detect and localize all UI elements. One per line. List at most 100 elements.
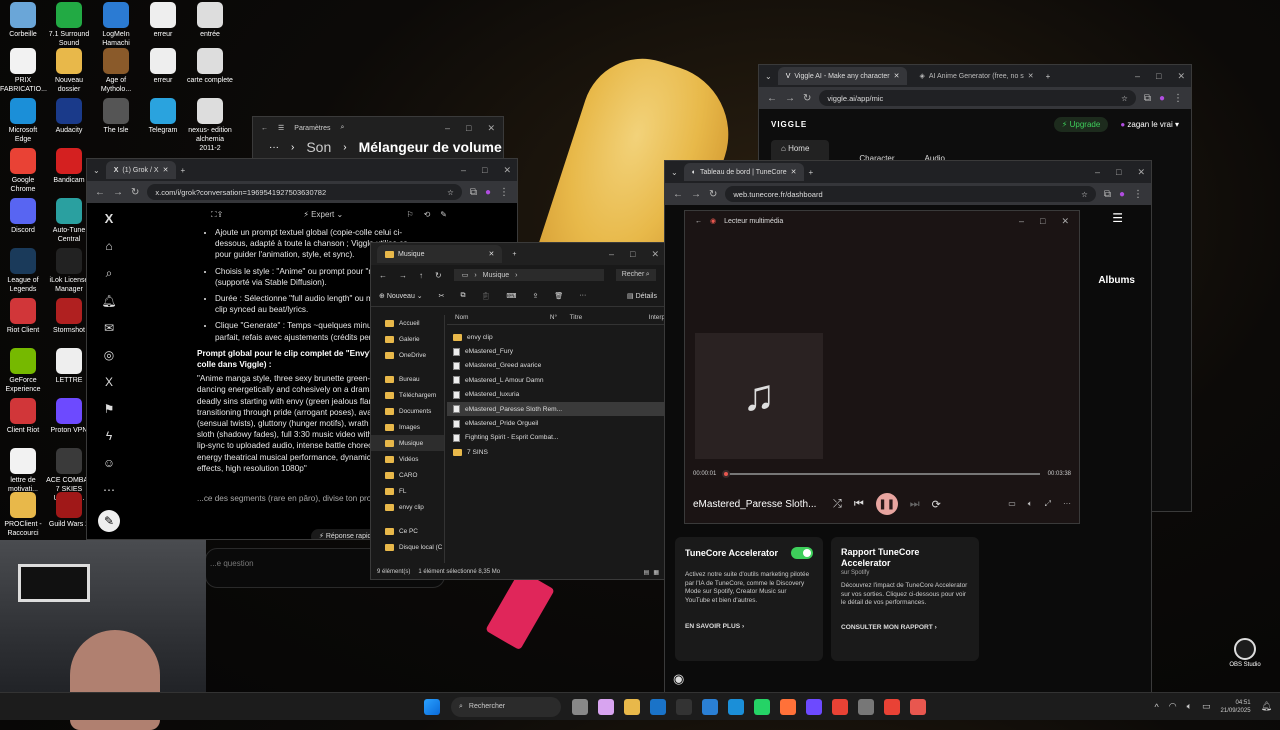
- miniplayer-icon[interactable]: ▭: [1008, 499, 1016, 509]
- firefox-icon[interactable]: [780, 698, 796, 715]
- extensions-icon[interactable]: ⧉: [1104, 189, 1111, 200]
- tray-overflow-icon[interactable]: ^: [1155, 702, 1159, 712]
- tab-list-icon[interactable]: ⌄: [93, 166, 100, 175]
- new-tab-icon[interactable]: +: [1046, 72, 1051, 81]
- breadcrumb[interactable]: ▭ › Musique ›: [453, 269, 604, 281]
- battery-icon[interactable]: ▭: [1202, 701, 1211, 712]
- tab-musique[interactable]: Musique ✕: [377, 245, 503, 263]
- sidebar-item[interactable]: Musique: [371, 435, 444, 451]
- new-button[interactable]: ⊕ Nouveau ⌄: [379, 292, 423, 300]
- repeat-off-icon[interactable]: ⟳: [932, 498, 941, 511]
- profile-icon[interactable]: ●: [1159, 93, 1165, 104]
- mode-selector[interactable]: ⚡ Expert ⌄: [303, 209, 343, 220]
- copilot-icon[interactable]: [598, 698, 614, 715]
- close-icon[interactable]: ✕: [651, 249, 659, 260]
- close-icon[interactable]: ✕: [503, 165, 511, 176]
- grid-view-icon[interactable]: ▦: [653, 569, 659, 576]
- clock[interactable]: 04:51 21/09/2025: [1221, 699, 1251, 715]
- reload-icon[interactable]: ↻: [131, 187, 139, 198]
- column-no[interactable]: N°: [550, 314, 570, 321]
- file-explorer-window[interactable]: Musique ✕ + – □ ✕ ← → ↑ ↻ ▭ › Musique › Recher…: [370, 242, 666, 580]
- volume-icon[interactable]: 🔈︎: [1028, 499, 1033, 509]
- messages-icon[interactable]: ✉︎: [104, 321, 114, 335]
- browser-menu-icon[interactable]: ⋮: [1173, 93, 1183, 104]
- sidebar-item[interactable]: Disque local (C: [371, 539, 444, 555]
- tab-tunecore[interactable]: ◐ Tableau de bord | TuneCore ✕: [683, 163, 805, 181]
- paste-icon[interactable]: 📋︎: [482, 292, 491, 300]
- sidebar-item[interactable]: CARO: [371, 467, 444, 483]
- file-explorer-icon[interactable]: [624, 698, 640, 715]
- sidebar-item[interactable]: Images: [371, 419, 444, 435]
- start-icon[interactable]: [424, 698, 440, 715]
- sidebar-item[interactable]: OneDrive: [371, 347, 444, 363]
- minimize-icon[interactable]: –: [1135, 71, 1140, 82]
- sidebar-item[interactable]: Documents: [371, 403, 444, 419]
- viggle-logo[interactable]: VIGGLE: [771, 120, 807, 129]
- file-row[interactable]: Fighting Spirit - Esprit Combat...: [447, 431, 665, 445]
- x-logo-icon[interactable]: X: [105, 211, 114, 226]
- desktop-shortcut[interactable]: Riot Client: [0, 298, 46, 335]
- desktop-shortcut[interactable]: Discord: [0, 198, 46, 235]
- settings-crumb[interactable]: Son: [306, 139, 331, 155]
- minimize-icon[interactable]: –: [445, 123, 450, 134]
- desktop-shortcut[interactable]: Age of Mytholo...: [93, 48, 139, 94]
- settings-icon[interactable]: [858, 698, 874, 715]
- desktop-shortcut[interactable]: erreur: [140, 48, 186, 85]
- tab-list-icon[interactable]: ⌄: [671, 168, 678, 177]
- task-view-icon[interactable]: [572, 698, 588, 715]
- back-icon[interactable]: ←: [95, 187, 105, 198]
- forward-icon[interactable]: →: [399, 271, 407, 280]
- column-nom[interactable]: Nom: [455, 314, 550, 321]
- address-bar[interactable]: x.com/i/grok?conversation=19695419275036…: [147, 184, 462, 200]
- desktop-shortcut[interactable]: nexus- edition alchemia 2011-2: [187, 98, 233, 153]
- sidebar-item[interactable]: Vidéos: [371, 451, 444, 467]
- search-icon[interactable]: ⌕: [340, 124, 344, 132]
- desktop-shortcut[interactable]: entrée: [187, 2, 233, 39]
- media-player-window[interactable]: ← ◉ Lecteur multimédia – □ ✕ ♫ 00:00:01 00…: [684, 210, 1080, 524]
- back-icon[interactable]: ←: [767, 93, 777, 104]
- forward-icon[interactable]: →: [785, 93, 795, 104]
- file-row[interactable]: 7 SINS: [447, 445, 665, 459]
- hamburger-icon[interactable]: ☰: [1112, 211, 1123, 225]
- maximize-icon[interactable]: □: [482, 165, 487, 176]
- share-icon[interactable]: ⇪: [533, 292, 539, 300]
- new-tab-icon[interactable]: +: [512, 251, 516, 258]
- profile-icon[interactable]: ●: [485, 187, 491, 198]
- file-row[interactable]: eMastered_Pride Orgueil: [447, 416, 665, 430]
- new-tab-icon[interactable]: +: [180, 166, 185, 175]
- search-box[interactable]: Recher ⌕: [615, 269, 656, 281]
- volume-icon[interactable]: 🔈︎: [1187, 701, 1192, 712]
- learn-more-link[interactable]: EN SAVOIR PLUS ›: [685, 623, 813, 630]
- back-icon[interactable]: ←: [673, 189, 683, 200]
- up-icon[interactable]: ↑: [419, 271, 423, 280]
- proton-icon[interactable]: [806, 698, 822, 715]
- photos-icon[interactable]: [702, 698, 718, 715]
- close-icon[interactable]: ✕: [1137, 167, 1145, 178]
- seek-bar[interactable]: [721, 470, 1040, 478]
- profile-icon[interactable]: ☺: [103, 456, 115, 470]
- desktop-shortcut[interactable]: GeForce Experience: [0, 348, 46, 394]
- extensions-icon[interactable]: ⧉: [470, 187, 477, 198]
- terminal-icon[interactable]: [676, 698, 692, 715]
- upgrade-button[interactable]: ⚡ Upgrade: [1053, 117, 1109, 132]
- close-tab-icon[interactable]: ✕: [1028, 72, 1034, 80]
- fullscreen-icon[interactable]: ⤢: [1045, 499, 1051, 509]
- cookie-icon[interactable]: ◉: [673, 671, 684, 687]
- reload-icon[interactable]: ↻: [709, 189, 717, 200]
- address-bar[interactable]: web.tunecore.fr/dashboard ☆: [725, 186, 1096, 202]
- more-icon[interactable]: ···: [579, 292, 586, 299]
- close-icon[interactable]: ✕: [1177, 71, 1185, 82]
- close-tab-icon[interactable]: ✕: [894, 72, 900, 80]
- obs-shortcut[interactable]: OBS Studio: [1226, 638, 1264, 668]
- star-icon[interactable]: ☆: [1121, 94, 1128, 103]
- tab-grok[interactable]: X (1) Grok / X ✕: [105, 161, 177, 179]
- copy-icon[interactable]: ⧉: [461, 292, 466, 300]
- sidebar-item[interactable]: Bureau: [371, 371, 444, 387]
- desktop-shortcut[interactable]: PRIX FABRICATIO...: [0, 48, 47, 94]
- desktop-shortcut[interactable]: Telegram: [140, 98, 186, 135]
- maximize-icon[interactable]: □: [1156, 71, 1161, 82]
- edit-icon[interactable]: ✎: [440, 209, 447, 220]
- notifications-icon[interactable]: 🔔︎: [1261, 701, 1272, 712]
- browser-menu-icon[interactable]: ⋮: [1133, 189, 1143, 200]
- close-tab-icon[interactable]: ✕: [791, 168, 797, 176]
